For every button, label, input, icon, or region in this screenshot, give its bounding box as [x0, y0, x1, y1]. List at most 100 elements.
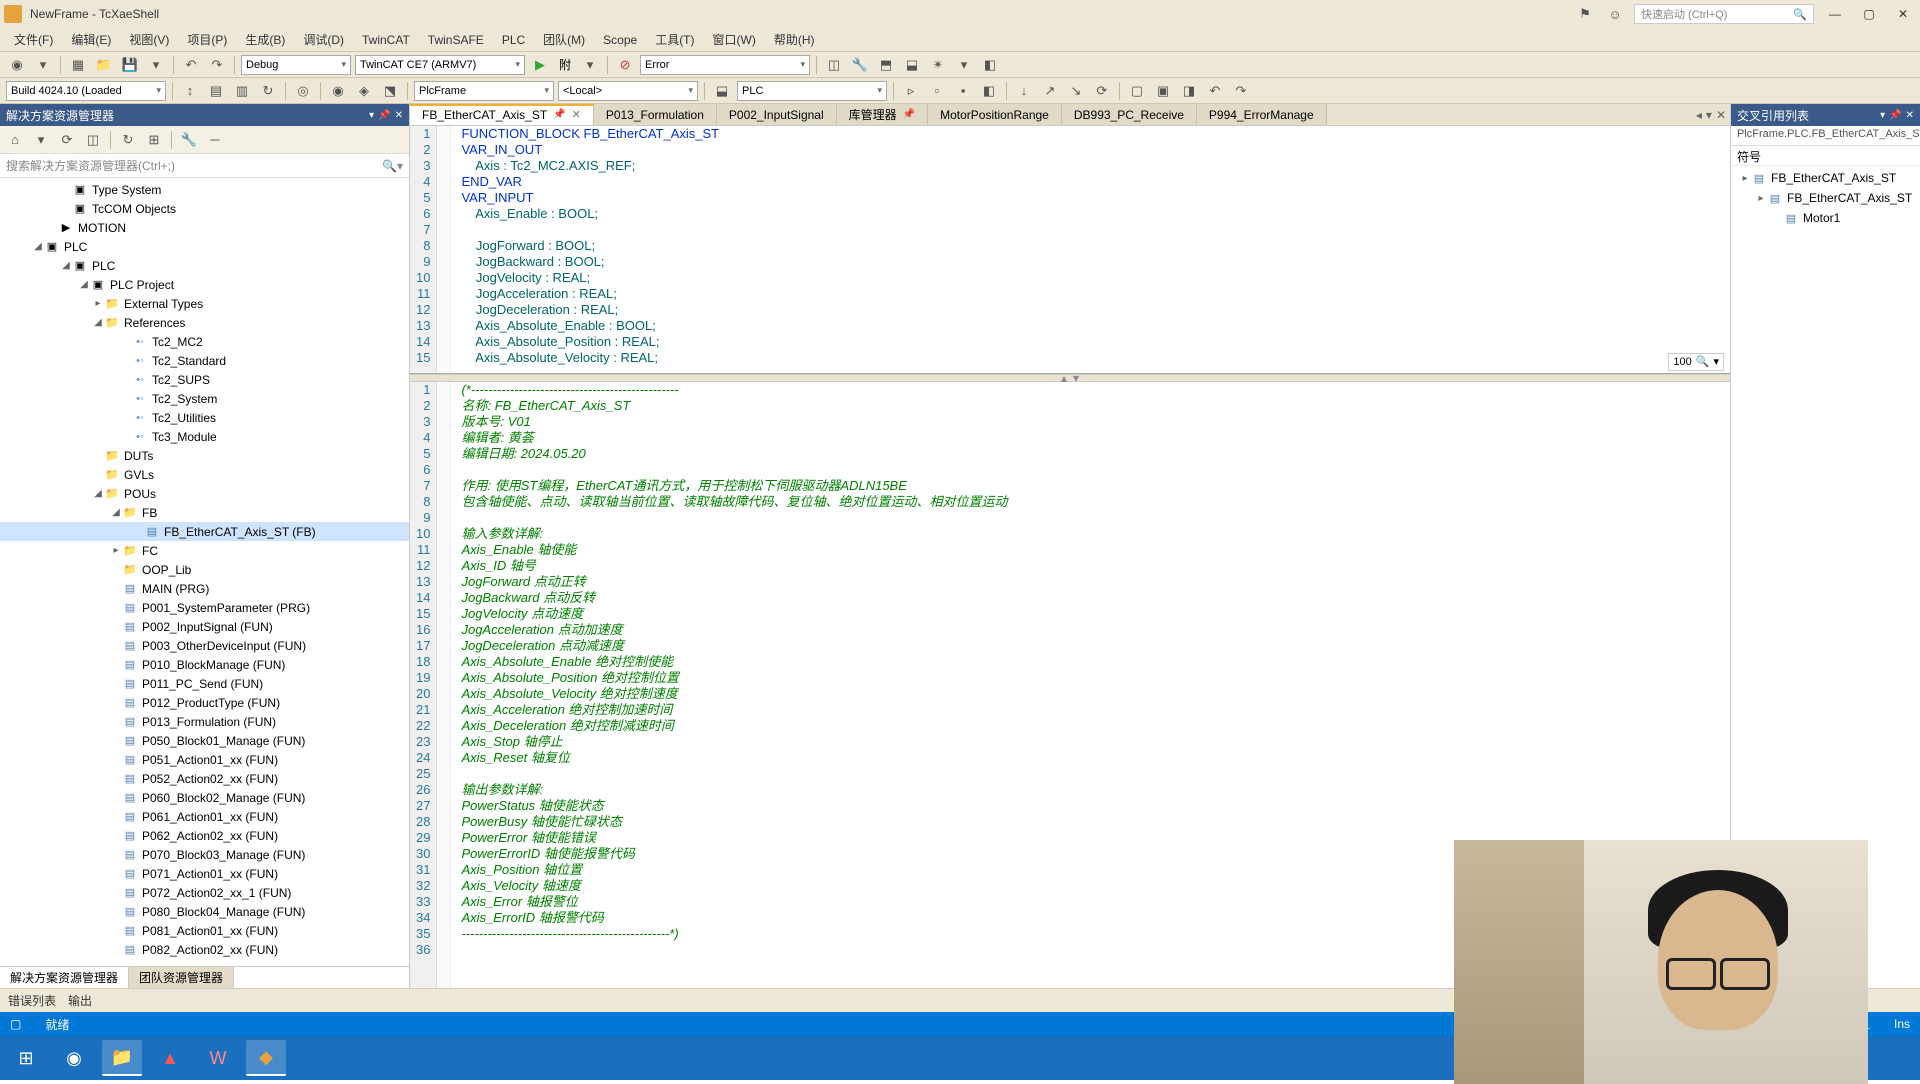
quick-launch-input[interactable]: 快速启动 (Ctrl+Q) 🔍	[1634, 4, 1814, 24]
local-combo[interactable]: <Local>▾	[558, 81, 698, 101]
tcxae-icon[interactable]: ◆	[246, 1040, 286, 1076]
tree-item[interactable]: ▶MOTION	[0, 218, 409, 237]
refresh-icon[interactable]: ↻	[257, 80, 279, 102]
redo-icon[interactable]: ↷	[206, 54, 228, 76]
menu-item[interactable]: 项目(P)	[179, 29, 235, 50]
tree-item[interactable]: ◢▣PLC	[0, 256, 409, 275]
menu-item[interactable]: TwinSAFE	[420, 31, 492, 49]
tb2-a-icon[interactable]: ↕	[179, 80, 201, 102]
tree-item[interactable]: ▤P013_Formulation (FUN)	[0, 712, 409, 731]
editor-tab[interactable]: MotorPositionRange	[928, 104, 1062, 125]
tab-output[interactable]: 输出	[68, 992, 92, 1009]
dropdown-icon[interactable]: ▾	[1880, 110, 1885, 121]
tree-item[interactable]: •◦Tc2_MC2	[0, 332, 409, 351]
tree-item[interactable]: ▤P051_Action01_xx (FUN)	[0, 750, 409, 769]
pin-icon[interactable]: 📌	[378, 110, 390, 121]
tree-item[interactable]: ▣TcCOM Objects	[0, 199, 409, 218]
open-icon[interactable]: 📁	[93, 54, 115, 76]
tree-item[interactable]: ▤P061_Action01_xx (FUN)	[0, 807, 409, 826]
tree-item[interactable]: ▤P080_Block04_Manage (FUN)	[0, 902, 409, 921]
dropdown-icon[interactable]: ▾	[579, 54, 601, 76]
tree-item[interactable]: ◢📁References	[0, 313, 409, 332]
attach-label[interactable]: 附	[555, 56, 575, 73]
menu-item[interactable]: 帮助(H)	[766, 29, 823, 50]
explorer-icon[interactable]: 📁	[102, 1040, 142, 1076]
tree-item[interactable]: •◦Tc2_SUPS	[0, 370, 409, 389]
editor-splitter[interactable]: ▴▾	[410, 374, 1730, 382]
tree-item[interactable]: •◦Tc3_Module	[0, 427, 409, 446]
target-icon[interactable]: ◎	[292, 80, 314, 102]
new-icon[interactable]: ▦	[67, 54, 89, 76]
tree-item[interactable]: ▤P070_Block03_Manage (FUN)	[0, 845, 409, 864]
tool-d-icon[interactable]: ⬓	[901, 54, 923, 76]
tree-item[interactable]: 📁OOP_Lib	[0, 560, 409, 579]
prop-icon[interactable]: 🔧	[178, 129, 200, 151]
tree-item[interactable]: ▤P082_Action02_xx (FUN)	[0, 940, 409, 959]
wps-icon[interactable]: W	[198, 1040, 238, 1076]
dbg-h-icon[interactable]: ⟳	[1091, 80, 1113, 102]
tree-item[interactable]: ◢▣PLC Project	[0, 275, 409, 294]
declaration-editor[interactable]: 123456789101112131415 FUNCTION_BLOCK FB_…	[410, 126, 1730, 374]
menu-item[interactable]: 生成(B)	[237, 29, 293, 50]
menu-item[interactable]: 窗口(W)	[705, 29, 764, 50]
tree-item[interactable]: ▤P012_ProductType (FUN)	[0, 693, 409, 712]
dbg-b-icon[interactable]: ▫	[926, 80, 948, 102]
save-icon[interactable]: 💾	[119, 54, 141, 76]
close-icon[interactable]: ✕	[572, 108, 581, 121]
dbg-c-icon[interactable]: ▪	[952, 80, 974, 102]
dbg-e-icon[interactable]: ↓	[1013, 80, 1035, 102]
menu-item[interactable]: 团队(M)	[535, 29, 593, 50]
build-combo[interactable]: Build 4024.10 (Loaded▾	[6, 81, 166, 101]
menu-item[interactable]: 调试(D)	[295, 29, 352, 50]
pin-icon[interactable]: 📌	[1889, 110, 1901, 121]
dbg-k-icon[interactable]: ◨	[1178, 80, 1200, 102]
tree-item[interactable]: ◢📁FB	[0, 503, 409, 522]
cross-item[interactable]: ▸▤FB_EtherCAT_Axis_ST	[1731, 188, 1920, 208]
solution-tree[interactable]: ▣Type System▣TcCOM Objects▶MOTION ◢▣PLC◢▣…	[0, 178, 409, 966]
close-icon[interactable]: ✕	[395, 110, 403, 121]
tree-item[interactable]: ◢📁POUs	[0, 484, 409, 503]
tree-item[interactable]: ▤P052_Action02_xx (FUN)	[0, 769, 409, 788]
tree-item[interactable]: ▤P003_OtherDeviceInput (FUN)	[0, 636, 409, 655]
dbg-f-icon[interactable]: ↗	[1039, 80, 1061, 102]
tree-item[interactable]: ▤P010_BlockManage (FUN)	[0, 655, 409, 674]
dropdown-icon[interactable]: ▾	[369, 110, 374, 121]
pin-icon[interactable]: 📌	[553, 109, 565, 120]
menu-item[interactable]: TwinCAT	[354, 31, 418, 49]
cross-item[interactable]: ▤Motor1	[1731, 208, 1920, 228]
tool-g-icon[interactable]: ◧	[979, 54, 1001, 76]
menu-item[interactable]: Scope	[595, 31, 645, 49]
dbg-l-icon[interactable]: ↶	[1204, 80, 1226, 102]
warning-app-icon[interactable]: ▲	[150, 1040, 190, 1076]
dbg-a-icon[interactable]: ▹	[900, 80, 922, 102]
tree-item[interactable]: ▤P072_Action02_xx_1 (FUN)	[0, 883, 409, 902]
tb2-g-icon[interactable]: ⬓	[711, 80, 733, 102]
chrome-icon[interactable]: ◉	[54, 1040, 94, 1076]
tb2-d-icon[interactable]: ◉	[327, 80, 349, 102]
tree-item[interactable]: ▤P060_Block02_Manage (FUN)	[0, 788, 409, 807]
pin-icon[interactable]: 📌	[903, 109, 915, 120]
tool-c-icon[interactable]: ⬒	[875, 54, 897, 76]
feedback-icon[interactable]: ☺	[1604, 3, 1626, 25]
tree-item[interactable]: ▤P001_SystemParameter (PRG)	[0, 598, 409, 617]
tool-e-icon[interactable]: ✴	[927, 54, 949, 76]
saveall-icon[interactable]: ▾	[145, 54, 167, 76]
tab-team-explorer[interactable]: 团队资源管理器	[129, 967, 234, 988]
tab-error-list[interactable]: 错误列表	[8, 992, 56, 1009]
menu-item[interactable]: 工具(T)	[647, 29, 702, 50]
node-icon[interactable]: ⊞	[143, 129, 165, 151]
tree-item[interactable]: 📁GVLs	[0, 465, 409, 484]
menu-item[interactable]: 编辑(E)	[63, 29, 119, 50]
tree-item[interactable]: ▤P002_InputSignal (FUN)	[0, 617, 409, 636]
undo-icon[interactable]: ↶	[180, 54, 202, 76]
dbg-i-icon[interactable]: ▢	[1126, 80, 1148, 102]
tree-item[interactable]: ▤FB_EtherCAT_Axis_ST (FB)	[0, 522, 409, 541]
tree-item[interactable]: ▤P062_Action02_xx (FUN)	[0, 826, 409, 845]
menu-item[interactable]: 视图(V)	[121, 29, 177, 50]
frame-combo[interactable]: PlcFrame▾	[414, 81, 554, 101]
tree-item[interactable]: ▣Type System	[0, 180, 409, 199]
tree-item[interactable]: ▤P050_Block01_Manage (FUN)	[0, 731, 409, 750]
next-tab-icon[interactable]: ▾	[1706, 108, 1712, 122]
zoom-control[interactable]: 100🔍▾	[1668, 353, 1724, 371]
close-all-icon[interactable]: ✕	[1716, 108, 1726, 122]
